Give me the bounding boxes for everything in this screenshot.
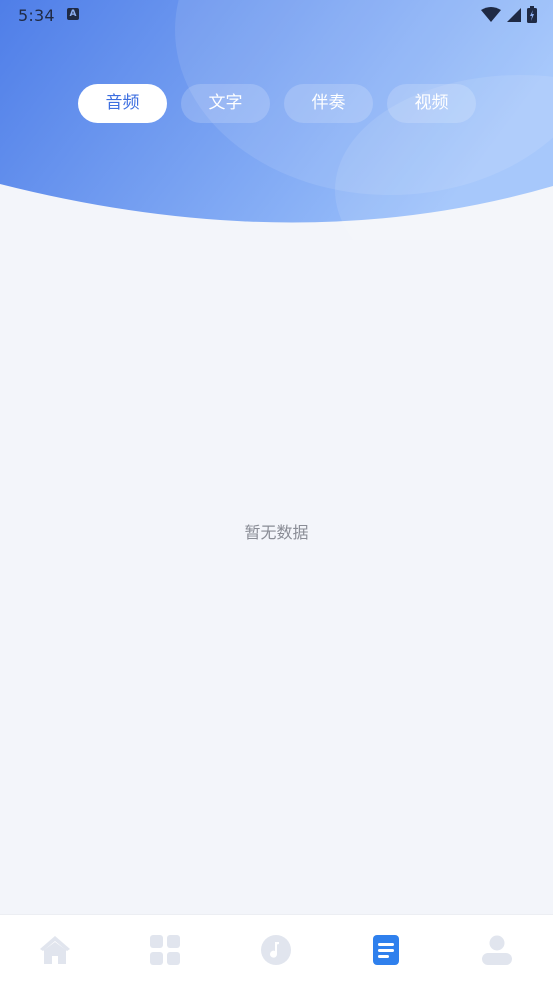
document-list-icon: [373, 935, 399, 965]
tab-text[interactable]: 文字: [181, 84, 270, 123]
battery-icon: [527, 6, 537, 23]
empty-state-message: 暂无数据: [244, 523, 309, 542]
user-icon: [482, 935, 512, 965]
status-icons: [481, 6, 537, 23]
nav-home[interactable]: [0, 915, 110, 985]
grid-icon: [150, 935, 180, 965]
home-icon: [40, 936, 70, 964]
tab-bar: 音频 文字 伴奏 视频: [0, 84, 553, 124]
header-banner: 5:34 A 音频 文字 伴奏 视频: [0, 0, 553, 240]
notification-a-icon: A: [67, 8, 79, 20]
bottom-navigation: [0, 914, 553, 985]
status-bar: 5:34 A: [0, 0, 553, 32]
status-time: 5:34: [18, 6, 55, 25]
tab-video[interactable]: 视频: [387, 84, 476, 123]
nav-profile[interactable]: [442, 915, 552, 985]
tab-accompaniment[interactable]: 伴奏: [284, 84, 373, 123]
music-note-icon: [261, 935, 291, 965]
wifi-icon: [481, 6, 501, 22]
tab-audio[interactable]: 音频: [78, 84, 167, 123]
nav-music[interactable]: [221, 915, 331, 985]
nav-category[interactable]: [110, 915, 220, 985]
nav-records[interactable]: [331, 915, 441, 985]
signal-icon: [507, 7, 521, 22]
